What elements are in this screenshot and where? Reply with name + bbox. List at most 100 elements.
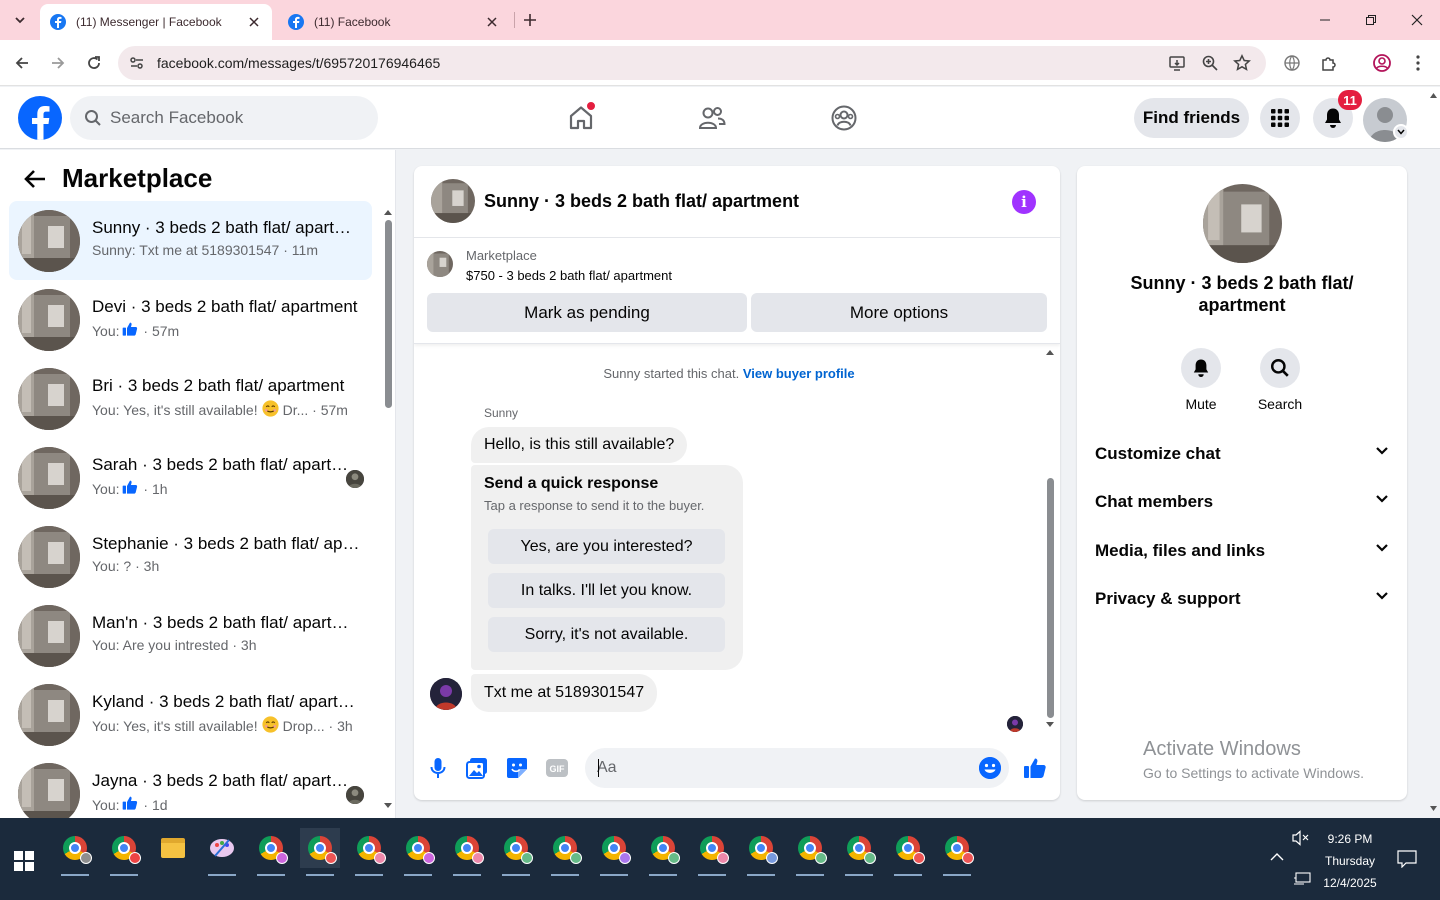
install-app-icon[interactable] xyxy=(1168,54,1186,72)
profile-icon[interactable] xyxy=(1371,52,1393,74)
site-info-icon[interactable] xyxy=(128,54,146,72)
minimize-icon[interactable] xyxy=(1302,0,1348,40)
quick-response-button[interactable]: Sorry, it's not available. xyxy=(488,617,725,652)
chat-scroll-up-arrow[interactable] xyxy=(1045,348,1055,356)
taskbar-chrome-icon[interactable] xyxy=(349,828,389,876)
tab-search-chevron-icon[interactable] xyxy=(8,8,32,32)
close-window-icon[interactable] xyxy=(1394,0,1440,40)
taskbar-chrome-icon[interactable] xyxy=(741,828,781,876)
taskbar-chrome-icon[interactable] xyxy=(55,828,95,876)
bookmark-star-icon[interactable] xyxy=(1233,54,1251,72)
media-files-links-section[interactable]: Media, files and links xyxy=(1085,529,1399,573)
conversation-item[interactable]: Sunny · 3 beds 2 bath flat/ apartment Sun… xyxy=(9,201,372,280)
taskbar-paint-app-icon[interactable] xyxy=(202,828,242,876)
friends-icon[interactable] xyxy=(694,100,730,136)
taskbar-chrome-icon[interactable] xyxy=(888,828,928,876)
reload-icon[interactable] xyxy=(82,51,106,75)
new-tab-plus-icon[interactable] xyxy=(520,10,540,30)
account-chevron-down-icon[interactable] xyxy=(1393,124,1409,140)
tab-facebook[interactable]: (11) Facebook xyxy=(278,4,510,40)
volume-muted-icon[interactable] xyxy=(1292,830,1310,846)
emoji-smiley-icon[interactable] xyxy=(979,757,1001,779)
taskbar-file-explorer-icon[interactable] xyxy=(153,828,193,868)
search-icon[interactable] xyxy=(1260,348,1300,388)
more-options-button[interactable]: More options xyxy=(751,293,1047,332)
forward-arrow-icon[interactable] xyxy=(46,51,70,75)
conversation-item[interactable]: Kyland · 3 beds 2 bath flat/ apartment Yo… xyxy=(9,675,372,754)
taskbar-chrome-icon[interactable] xyxy=(496,828,536,876)
message-input-box[interactable] xyxy=(585,748,1009,788)
tab-messenger[interactable]: (11) Messenger | Facebook xyxy=(40,4,272,40)
conversation-item[interactable]: Bri · 3 beds 2 bath flat/ apartment You: … xyxy=(9,359,372,438)
conversation-item[interactable]: Man'n · 3 beds 2 bath flat/ apartment You… xyxy=(9,596,372,675)
chat-scrollbar-thumb[interactable] xyxy=(1047,478,1054,718)
listing-photo-avatar[interactable] xyxy=(431,179,475,223)
home-icon[interactable] xyxy=(563,100,599,136)
conversation-item[interactable]: Stephanie · 3 beds 2 bath flat/ apartmen… xyxy=(9,517,372,596)
taskbar-chrome-icon[interactable] xyxy=(594,828,634,876)
browser-menu-icon[interactable] xyxy=(1407,52,1429,74)
translate-globe-icon[interactable] xyxy=(1281,52,1303,74)
omnibox[interactable]: facebook.com/messages/t/695720176946465 xyxy=(118,46,1266,80)
notification-center-icon[interactable] xyxy=(1397,850,1417,868)
quick-response-button[interactable]: In talks. I'll let you know. xyxy=(488,573,725,608)
restore-icon[interactable] xyxy=(1348,0,1394,40)
sender-avatar[interactable] xyxy=(430,678,462,710)
gif-icon[interactable]: GIF xyxy=(544,755,570,781)
taskbar-chrome-icon[interactable] xyxy=(300,828,340,876)
chat-title[interactable]: Sunny · 3 beds 2 bath flat/ apartment xyxy=(484,191,799,212)
quick-response-button[interactable]: Yes, are you interested? xyxy=(488,529,725,564)
find-friends-button[interactable]: Find friends xyxy=(1134,98,1249,138)
taskbar-chrome-icon[interactable] xyxy=(251,828,291,876)
close-tab-icon[interactable] xyxy=(246,14,262,30)
privacy-support-section[interactable]: Privacy & support xyxy=(1085,577,1399,621)
menu-grid-icon[interactable] xyxy=(1260,98,1300,138)
taskbar-chrome-icon[interactable] xyxy=(937,828,977,876)
microphone-icon[interactable] xyxy=(425,755,451,781)
taskbar-chrome-icon[interactable] xyxy=(104,828,144,876)
mark-as-pending-button[interactable]: Mark as pending xyxy=(427,293,747,332)
browser-tab-bar: (11) Messenger | Facebook (11) Facebook xyxy=(0,0,1440,40)
list-scrollbar-thumb[interactable] xyxy=(385,220,392,408)
facebook-logo-icon[interactable] xyxy=(18,96,62,140)
listing-thumbnail[interactable] xyxy=(427,251,453,277)
system-clock[interactable]: 9:26 PM Thursday 12/4/2025 xyxy=(1310,828,1390,894)
network-icon[interactable] xyxy=(1293,872,1311,886)
groups-icon[interactable] xyxy=(826,100,862,136)
photo-gallery-icon[interactable] xyxy=(464,755,490,781)
taskbar-chrome-icon[interactable] xyxy=(545,828,585,876)
listing-price-title[interactable]: $750 - 3 beds 2 bath flat/ apartment xyxy=(466,268,672,283)
message-input[interactable] xyxy=(597,748,957,788)
tray-chevron-up-icon[interactable] xyxy=(1270,852,1284,862)
sticker-icon[interactable] xyxy=(504,755,530,781)
search-action[interactable]: Search xyxy=(1245,348,1315,412)
windows-start-icon[interactable] xyxy=(14,851,34,871)
conversation-item[interactable]: Sarah · 3 beds 2 bath flat/ apartment You… xyxy=(9,438,372,517)
taskbar-chrome-icon[interactable] xyxy=(398,828,438,876)
extensions-puzzle-icon[interactable] xyxy=(1318,52,1340,74)
taskbar-chrome-icon[interactable] xyxy=(790,828,830,876)
taskbar-chrome-icon[interactable] xyxy=(447,828,487,876)
chat-members-section[interactable]: Chat members xyxy=(1085,480,1399,524)
notification-count-badge: 11 xyxy=(1338,90,1362,110)
taskbar-chrome-icon[interactable] xyxy=(643,828,683,876)
mute-action[interactable]: Mute xyxy=(1166,348,1236,412)
taskbar-chrome-icon[interactable] xyxy=(692,828,732,876)
info-icon[interactable]: i xyxy=(1012,190,1036,214)
bell-icon[interactable] xyxy=(1181,348,1221,388)
thumbs-up-like-icon[interactable] xyxy=(1022,755,1048,781)
conversation-item[interactable]: Devi · 3 beds 2 bath flat/ apartment You:… xyxy=(9,280,372,359)
customize-chat-section[interactable]: Customize chat xyxy=(1085,432,1399,476)
close-tab-icon[interactable] xyxy=(484,14,500,30)
back-arrow-icon[interactable] xyxy=(10,51,34,75)
conversation-item[interactable]: Jayna · 3 beds 2 bath flat/ apartment You… xyxy=(9,754,372,818)
listing-thumbnail xyxy=(18,763,80,818)
back-arrow-icon[interactable] xyxy=(22,166,48,192)
taskbar-chrome-icon[interactable] xyxy=(839,828,879,876)
facebook-search-box[interactable]: Search Facebook xyxy=(70,96,378,140)
zoom-icon[interactable] xyxy=(1201,54,1219,72)
listing-photo-avatar[interactable] xyxy=(1203,184,1282,263)
view-buyer-profile-link[interactable]: View buyer profile xyxy=(743,366,855,381)
page-scrollbar[interactable] xyxy=(1427,88,1440,818)
chat-scroll-down-arrow[interactable] xyxy=(1045,721,1055,729)
